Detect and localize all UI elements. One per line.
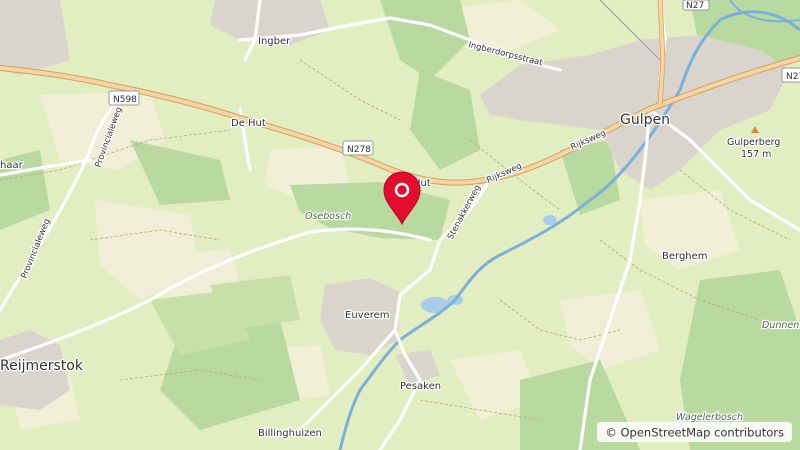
- location-pin-icon[interactable]: [383, 171, 421, 226]
- marker-layer: [383, 171, 421, 226]
- copyright-symbol: ©: [605, 425, 617, 439]
- attribution: © OpenStreetMap contributors: [597, 421, 792, 442]
- attribution-link[interactable]: OpenStreetMap contributors: [620, 425, 784, 439]
- map-canvas[interactable]: Ingber Ingberdorpsstraat De Hut Gulpen R…: [0, 0, 800, 450]
